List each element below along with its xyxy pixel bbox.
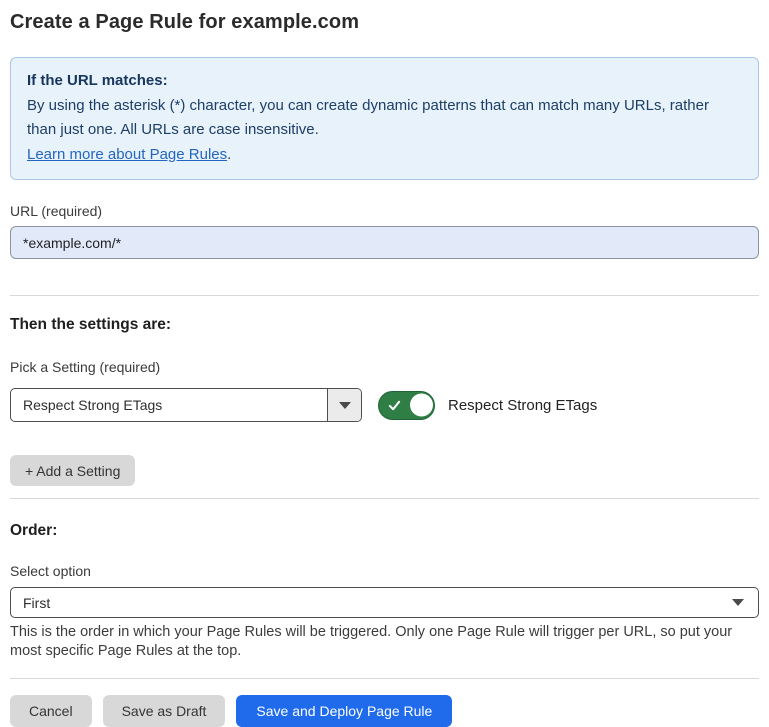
order-select-arrow xyxy=(732,588,758,617)
setting-select-value: Respect Strong ETags xyxy=(11,389,327,421)
toggle-label: Respect Strong ETags xyxy=(448,397,597,414)
settings-section-heading: Then the settings are: xyxy=(10,316,759,334)
pick-setting-label: Pick a Setting (required) xyxy=(10,359,759,375)
setting-select-arrow-button[interactable] xyxy=(327,389,361,421)
order-select[interactable]: First xyxy=(10,587,759,618)
save-and-deploy-button[interactable]: Save and Deploy Page Rule xyxy=(236,695,452,727)
chevron-down-icon xyxy=(732,599,744,606)
url-label: URL (required) xyxy=(10,203,759,219)
order-select-label: Select option xyxy=(10,563,759,579)
cancel-button[interactable]: Cancel xyxy=(10,695,92,727)
setting-toggle[interactable] xyxy=(378,391,435,420)
add-setting-button[interactable]: + Add a Setting xyxy=(10,455,135,486)
check-icon xyxy=(388,399,401,412)
order-help-text: This is the order in which your Page Rul… xyxy=(10,623,759,661)
info-box-link-line: Learn more about Page Rules. xyxy=(27,143,742,168)
section-divider xyxy=(10,498,759,499)
info-box-heading: If the URL matches: xyxy=(27,69,742,94)
info-box-body: By using the asterisk (*) character, you… xyxy=(27,94,742,143)
section-divider xyxy=(10,295,759,296)
chevron-down-icon xyxy=(339,402,351,409)
order-select-value: First xyxy=(11,588,732,617)
url-match-info-box: If the URL matches: By using the asteris… xyxy=(10,57,759,180)
link-suffix: . xyxy=(227,146,231,163)
order-section-heading: Order: xyxy=(10,522,759,540)
learn-more-link[interactable]: Learn more about Page Rules xyxy=(27,146,227,163)
setting-select[interactable]: Respect Strong ETags xyxy=(10,388,362,422)
footer-actions: Cancel Save as Draft Save and Deploy Pag… xyxy=(10,695,759,727)
url-input[interactable] xyxy=(10,226,759,259)
setting-row: Respect Strong ETags Respect Strong ETag… xyxy=(10,388,759,422)
page-rule-form: Create a Page Rule for example.com If th… xyxy=(0,0,769,727)
footer-divider xyxy=(10,678,759,679)
save-as-draft-button[interactable]: Save as Draft xyxy=(103,695,226,727)
toggle-knob xyxy=(410,394,433,417)
page-title: Create a Page Rule for example.com xyxy=(10,10,759,34)
